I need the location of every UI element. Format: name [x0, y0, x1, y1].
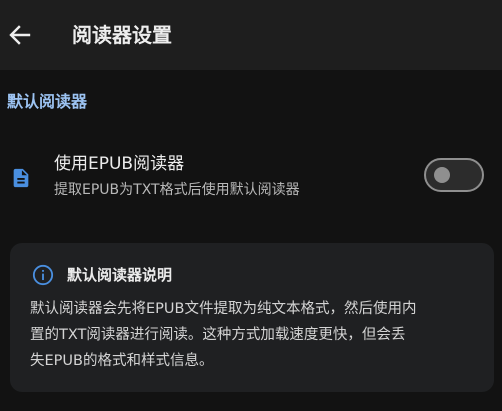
- info-card-line: 失EPUB的格式和样式信息。: [30, 353, 214, 369]
- document-icon: [13, 168, 29, 188]
- toggle-knob: [434, 167, 450, 183]
- info-card-title: 默认阅读器说明: [67, 266, 173, 284]
- back-button[interactable]: [6, 19, 34, 51]
- section-header: 默认阅读器: [7, 92, 88, 111]
- info-card-line: 置的TXT阅读器进行阅读。这种方式加载速度更快，但会丢: [30, 327, 406, 343]
- arrow-left-icon: [9, 25, 31, 45]
- use-epub-reader-setting[interactable]: 使用EPUB阅读器 提取EPUB为TXT格式后使用默认阅读器: [0, 140, 502, 214]
- app-bar: 阅读器设置: [0, 0, 502, 70]
- info-card-line: 默认阅读器会先将EPUB文件提取为纯文本格式，然后使用内: [30, 301, 417, 317]
- page-title: 阅读器设置: [72, 23, 172, 47]
- info-card-body: 默认阅读器会先将EPUB文件提取为纯文本格式，然后使用内 置的TXT阅读器进行阅…: [30, 296, 490, 374]
- setting-subtitle: 提取EPUB为TXT格式后使用默认阅读器: [54, 182, 300, 198]
- info-card: 默认阅读器说明 默认阅读器会先将EPUB文件提取为纯文本格式，然后使用内 置的T…: [10, 243, 494, 392]
- epub-reader-toggle[interactable]: [424, 158, 484, 192]
- setting-title: 使用EPUB阅读器: [54, 154, 185, 174]
- info-icon: [32, 264, 54, 286]
